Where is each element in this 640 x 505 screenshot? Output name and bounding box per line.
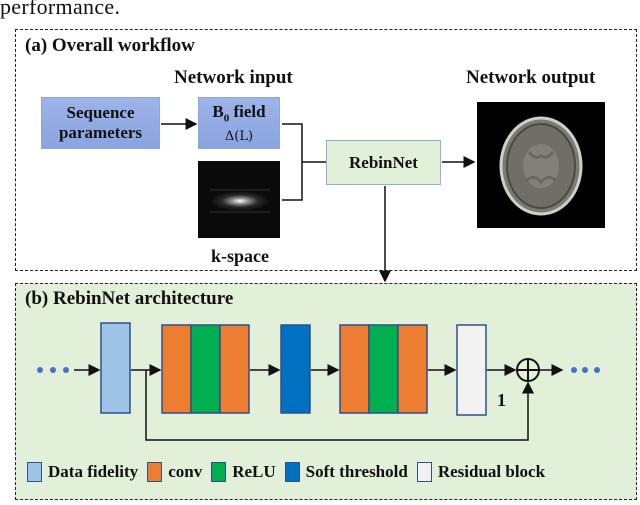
legend-label: Data fidelity	[48, 462, 139, 481]
residual-index-label: 1	[497, 390, 506, 410]
legend-item-residual-block: Residual block	[416, 462, 546, 482]
relu-block	[368, 324, 399, 414]
dot	[63, 367, 69, 373]
dot	[37, 367, 43, 373]
sum-node-icon	[516, 358, 540, 382]
connector-layer	[37, 118, 600, 441]
legend-item-soft-threshold: Soft threshold	[284, 462, 408, 482]
legend-item-data-fidelity: Data fidelity	[27, 462, 138, 482]
legend-swatch	[27, 462, 42, 482]
dot	[50, 367, 56, 373]
residual-block	[456, 324, 487, 416]
bracket-inputs	[282, 123, 303, 201]
conv-block	[397, 324, 428, 414]
legend-swatch	[416, 462, 432, 482]
dot	[571, 367, 577, 373]
legend: Data fidelity conv ReLU Soft threshold R…	[27, 462, 554, 482]
conv-block	[161, 324, 192, 414]
legend-label: Residual block	[437, 462, 546, 481]
legend-label: ReLU	[232, 462, 276, 481]
legend-swatch	[284, 462, 300, 482]
conv-block	[339, 324, 370, 414]
soft-threshold-block	[280, 324, 311, 414]
legend-swatch	[211, 462, 227, 482]
legend-label: conv	[168, 462, 203, 481]
conv-block	[219, 324, 250, 414]
data-fidelity-block	[100, 322, 131, 414]
legend-item-relu: ReLU	[211, 462, 276, 482]
legend-item-conv: conv	[147, 462, 202, 482]
dot	[582, 367, 588, 373]
legend-label: Soft threshold	[305, 462, 408, 481]
relu-block	[190, 324, 221, 414]
legend-swatch	[147, 462, 163, 482]
dot	[594, 367, 600, 373]
